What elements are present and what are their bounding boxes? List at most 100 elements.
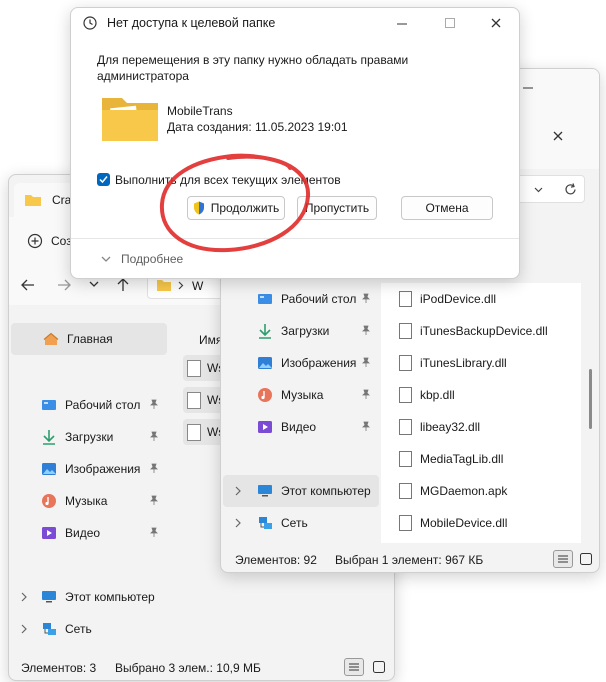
nav-item-music[interactable]: Музыка <box>9 485 169 517</box>
list-view-icon <box>558 555 568 563</box>
file-name: iTunesLibrary.dll <box>420 356 507 370</box>
file-row[interactable]: kbp.dll <box>381 379 581 411</box>
minimize-icon[interactable] <box>397 23 407 25</box>
file-name: iTunesBackupDevice.dll <box>420 324 548 338</box>
nav-label: Рабочий стол <box>281 292 357 306</box>
list-view-icon <box>349 663 359 671</box>
back-arrow-icon[interactable] <box>21 279 35 291</box>
folder-move-icon <box>83 16 97 30</box>
nav-item-network[interactable]: Сеть <box>221 507 381 539</box>
file-icon <box>187 360 201 377</box>
nav-label: Рабочий стол <box>65 398 141 412</box>
status-count: Элементов: 3 <box>21 661 97 675</box>
nav-item-desktop[interactable]: Рабочий стол <box>9 389 169 421</box>
chevron-down-icon[interactable] <box>89 281 99 288</box>
file-name: MobileDevice.dll <box>420 516 508 530</box>
pin-icon <box>150 399 158 409</box>
pin-icon <box>150 527 158 537</box>
details-toggle[interactable]: Подробнее <box>101 252 183 266</box>
file-row[interactable]: iPodDevice.dll <box>381 283 581 315</box>
plus-circle-icon <box>27 233 43 249</box>
divider <box>71 238 519 239</box>
close-icon[interactable] <box>553 131 563 141</box>
folder-icon <box>102 98 158 141</box>
video-icon <box>42 527 56 539</box>
dialog-message: Для перемещения в эту папку нужно облада… <box>97 53 409 83</box>
nav-item-desktop[interactable]: Рабочий стол <box>221 283 381 315</box>
network-icon <box>259 517 272 529</box>
file-item[interactable]: Ws <box>183 387 224 413</box>
nav-label: Изображения <box>65 462 141 476</box>
chevron-right-icon <box>178 281 184 290</box>
status-selected: Выбран 1 элемент: 967 КБ <box>335 553 484 567</box>
folder-date: Дата создания: 11.05.2023 19:01 <box>167 120 348 134</box>
maximize-icon[interactable] <box>445 18 455 28</box>
nav-item-downloads[interactable]: Загрузки <box>221 315 381 347</box>
chevron-down-icon[interactable] <box>534 187 543 193</box>
nav-item-music[interactable]: Музыка <box>221 379 381 411</box>
nav-item-images[interactable]: Изображения <box>221 347 381 379</box>
nav-pane: Главная Рабочий стол Загрузки Изображени… <box>9 317 169 657</box>
chevron-right-icon[interactable] <box>21 592 27 602</box>
file-row[interactable]: iTunesLibrary.dll <box>381 347 581 379</box>
skip-button[interactable]: Пропустить <box>297 196 377 220</box>
file-name: MGDaemon.apk <box>420 484 508 498</box>
scrollbar-thumb[interactable] <box>589 369 592 429</box>
column-header[interactable]: Имя <box>199 333 222 347</box>
chevron-right-icon[interactable] <box>235 486 241 496</box>
dialog-title: Нет доступа к целевой папке <box>107 16 276 30</box>
tiles-view-button[interactable] <box>370 658 388 676</box>
file-name: kbp.dll <box>420 388 455 402</box>
up-arrow-icon[interactable] <box>117 278 129 292</box>
nav-item-home[interactable]: Главная <box>11 323 167 355</box>
forward-arrow-icon[interactable] <box>57 279 71 291</box>
refresh-icon[interactable] <box>564 183 577 196</box>
shield-icon <box>193 201 204 215</box>
pin-icon <box>362 357 370 367</box>
file-item[interactable]: Ws <box>183 355 224 381</box>
nav-item-this-pc[interactable]: Этот компьютер <box>223 475 379 507</box>
pin-icon <box>150 463 158 473</box>
nav-item-network[interactable]: Сеть <box>9 613 169 645</box>
continue-button[interactable]: Продолжить <box>187 196 285 220</box>
nav-label: Загрузки <box>281 324 330 338</box>
desktop-icon <box>258 294 272 304</box>
file-row[interactable]: MobileDevice.dll <box>381 507 581 539</box>
details-view-button[interactable] <box>344 658 364 676</box>
download-icon <box>259 324 271 339</box>
file-icon <box>399 483 412 499</box>
nav-item-video[interactable]: Видео <box>221 411 381 443</box>
nav-item-video[interactable]: Видео <box>9 517 169 549</box>
close-icon[interactable] <box>491 18 501 28</box>
pin-icon <box>362 293 370 303</box>
nav-item-this-pc[interactable]: Этот компьютер <box>9 581 169 613</box>
video-icon <box>258 421 272 433</box>
minimize-icon[interactable] <box>523 87 533 89</box>
file-item[interactable]: Ws <box>183 419 224 445</box>
file-row[interactable]: MGDaemon.apk <box>381 475 581 507</box>
apply-all-checkbox[interactable] <box>97 173 110 186</box>
details-view-button[interactable] <box>553 550 573 568</box>
file-name: iPodDevice.dll <box>420 292 497 306</box>
cancel-button[interactable]: Отмена <box>401 196 493 220</box>
file-icon <box>399 291 412 307</box>
home-icon <box>43 332 59 345</box>
nav-label: Музыка <box>281 388 324 402</box>
chevron-right-icon[interactable] <box>21 624 27 634</box>
file-row[interactable]: MediaTagLib.dll <box>381 443 581 475</box>
apply-all-label[interactable]: Выполнить для всех текущих элементов <box>115 173 341 187</box>
folder-icon <box>157 280 171 291</box>
file-row[interactable]: libeay32.dll <box>381 411 581 443</box>
tiles-view-icon <box>373 661 385 673</box>
file-icon <box>399 323 412 339</box>
nav-label: Этот компьютер <box>65 590 155 604</box>
nav-item-downloads[interactable]: Загрузки <box>9 421 169 453</box>
file-row[interactable]: iTunesBackupDevice.dll <box>381 315 581 347</box>
nav-item-images[interactable]: Изображения <box>9 453 169 485</box>
file-icon <box>399 355 412 371</box>
tiles-view-button[interactable] <box>577 550 595 568</box>
tiles-view-icon <box>580 553 592 565</box>
chevron-right-icon[interactable] <box>235 518 241 528</box>
file-icon <box>399 419 412 435</box>
search-box[interactable] <box>515 175 585 203</box>
